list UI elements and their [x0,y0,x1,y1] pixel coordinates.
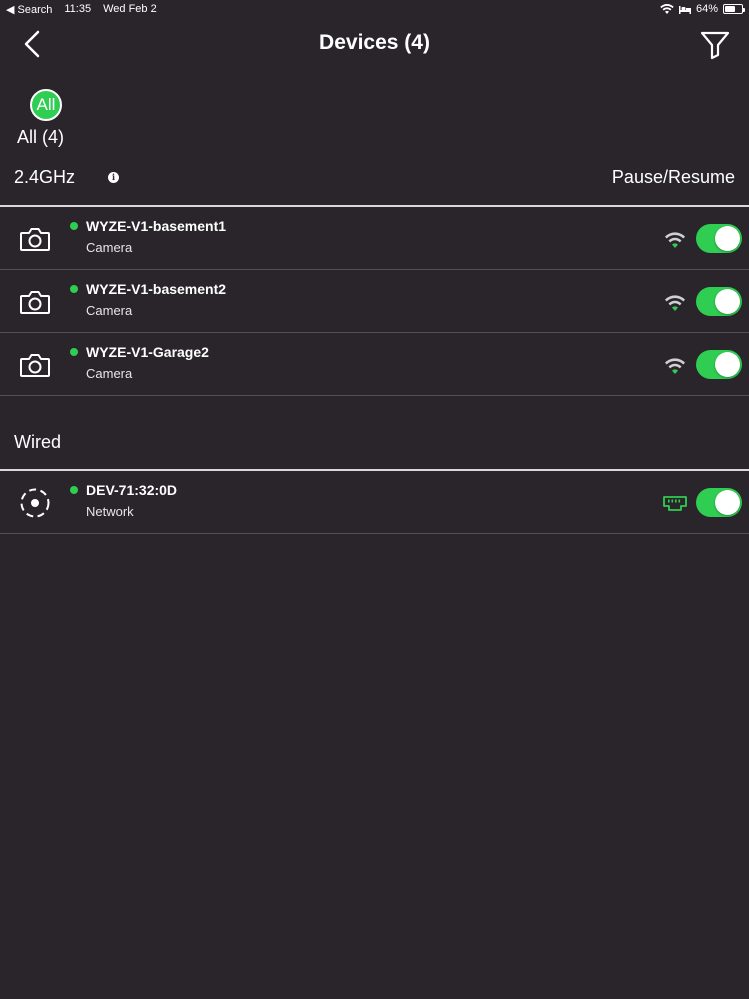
device-toggle[interactable] [696,224,742,253]
device-row[interactable]: WYZE-V1-basement2 Camera [0,270,749,333]
device-name: DEV-71:32:0D [86,482,178,498]
section-header-wireless: 2.4GHz i Pause/Resume [0,163,749,193]
status-date: Wed Feb 2 [103,3,157,15]
device-toggle[interactable] [696,488,742,517]
section-title-wired: Wired [14,432,62,452]
device-toggle[interactable] [696,287,742,316]
back-to-app-link[interactable]: ◀ Search [6,3,52,16]
ethernet-port-icon [663,496,687,511]
wifi-signal-icon [665,358,685,374]
battery-percent: 64% [695,3,718,15]
online-status-dot [70,222,78,230]
device-name: WYZE-V1-basement1 [86,218,227,234]
device-type: Camera [86,366,133,381]
section-header-wired: Wired [0,428,749,458]
network-device-icon [20,488,50,518]
online-status-dot [70,486,78,494]
camera-icon [20,228,50,251]
page-title: Devices (4) [319,31,430,54]
battery-fill [725,6,736,12]
camera-icon [20,354,50,377]
nav-bar: Devices (4) [0,22,749,66]
device-type: Camera [86,240,133,255]
status-time: 11:35 [64,3,92,15]
filter-icon[interactable] [699,28,731,60]
toggle-knob [715,289,740,314]
device-row[interactable]: DEV-71:32:0D Network [0,471,749,534]
wifi-status-icon [660,3,674,14]
battery-icon [723,4,745,14]
online-status-dot [70,285,78,293]
device-row[interactable]: WYZE-V1-Garage2 Camera [0,333,749,396]
all-chip-icon: All [30,89,62,121]
bed-icon [678,6,691,14]
section-title-wireless: 2.4GHz [14,167,76,187]
info-icon[interactable]: i [108,172,119,183]
wifi-signal-icon [665,232,685,248]
device-name: WYZE-V1-basement2 [86,281,227,297]
device-toggle[interactable] [696,350,742,379]
device-name: WYZE-V1-Garage2 [86,344,209,360]
online-status-dot [70,348,78,356]
toggle-knob [715,226,740,251]
toggle-knob [715,352,740,377]
camera-icon [20,291,50,314]
pause-resume-button[interactable]: Pause/Resume [612,167,735,188]
all-chip-label: All (4) [17,127,65,147]
status-bar: ◀ Search 11:35 Wed Feb 2 64% [0,0,749,18]
device-type: Camera [86,303,133,318]
toggle-knob [715,490,740,515]
device-type: Network [86,504,134,519]
filter-chip-all[interactable]: All All (4) [16,89,76,147]
wifi-signal-icon [665,295,685,311]
device-row[interactable]: WYZE-V1-basement1 Camera [0,207,749,270]
